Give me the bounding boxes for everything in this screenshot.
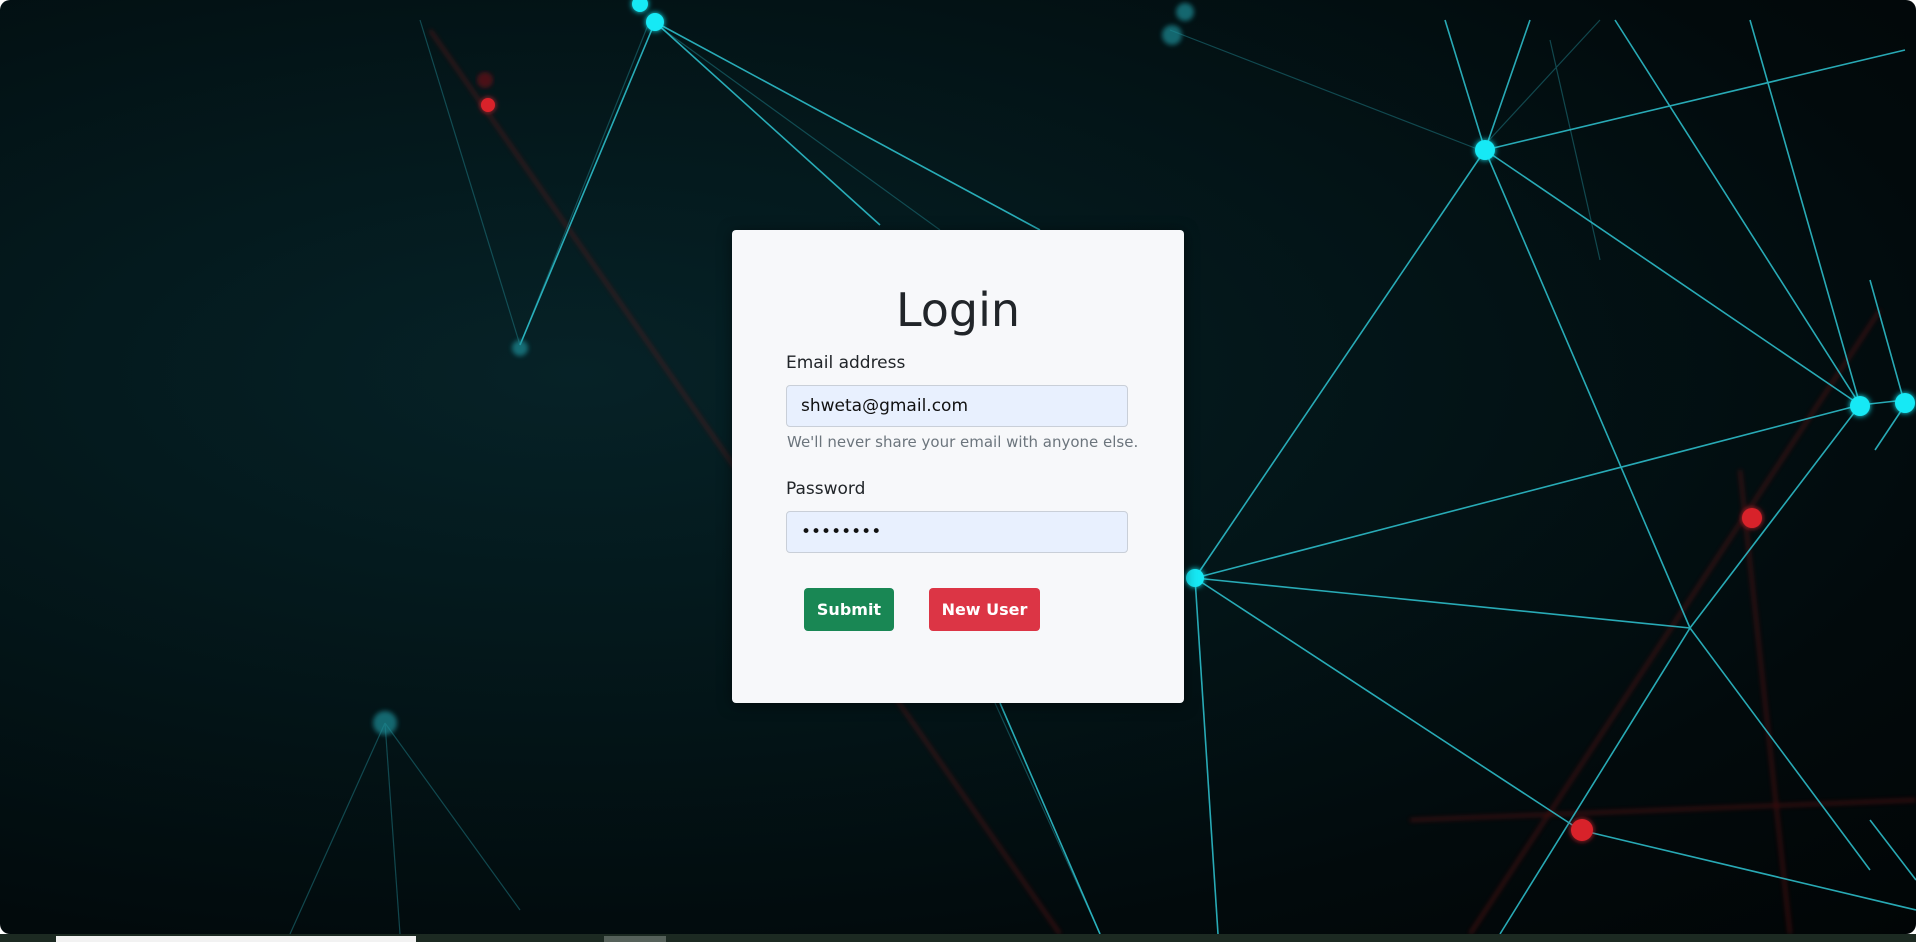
- email-field[interactable]: [786, 385, 1128, 427]
- submit-button[interactable]: Submit: [804, 588, 894, 631]
- login-card: Login Email address We'll never share yo…: [732, 230, 1184, 703]
- login-title: Login: [895, 283, 1021, 337]
- email-label: Email address: [786, 353, 906, 373]
- bottom-edge-strip: [0, 934, 1916, 942]
- page-background: Login Email address We'll never share yo…: [0, 0, 1916, 934]
- bottom-strip-grey-segment: [604, 936, 666, 942]
- email-help-text: We'll never share your email with anyone…: [787, 433, 1139, 451]
- password-field[interactable]: [786, 511, 1128, 553]
- password-label: Password: [786, 479, 866, 499]
- new-user-button[interactable]: New User: [929, 588, 1040, 631]
- bottom-strip-light-segment: [56, 936, 416, 942]
